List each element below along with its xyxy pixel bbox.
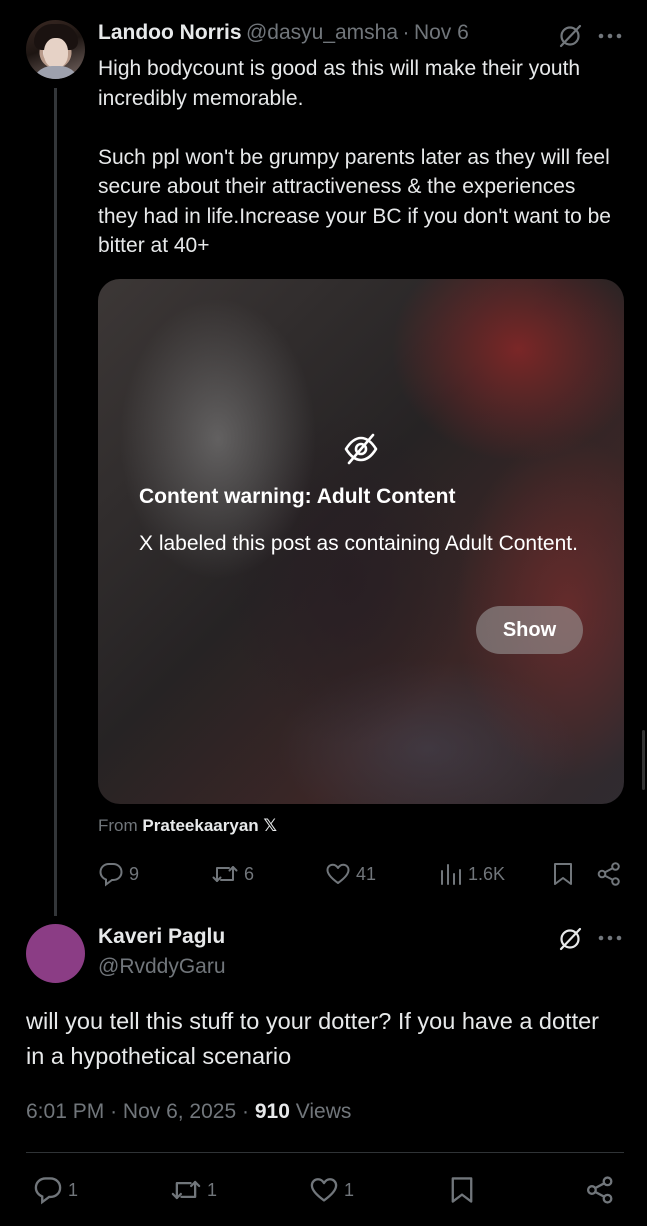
reply-action[interactable]: 9 [98, 861, 139, 887]
author-name[interactable]: Landoo Norris [98, 21, 242, 44]
views-action[interactable]: 1.6K [439, 861, 505, 887]
reply-icon [33, 1175, 63, 1205]
heart-icon [309, 1175, 339, 1205]
from-name[interactable]: Prateekaaryan [142, 816, 258, 835]
avatar[interactable] [26, 20, 85, 79]
reply-count: 9 [129, 863, 140, 884]
reply-action[interactable]: 1 [33, 1175, 78, 1205]
grok-icon[interactable] [557, 926, 583, 952]
like-action[interactable]: 1 [309, 1175, 354, 1205]
media-content-warning[interactable]: Content warning: Adult Content X labeled… [98, 279, 624, 804]
analytics-icon [439, 861, 463, 887]
tweet-paragraph: Such ppl won't be grumpy parents later a… [98, 145, 611, 258]
more-options-icon[interactable] [598, 32, 622, 40]
more-options-icon[interactable] [598, 934, 622, 942]
header-separator: · [402, 21, 410, 44]
repost-icon [170, 1175, 202, 1205]
tweet-text: High bodycount is good as this will make… [98, 54, 618, 261]
views-count: 910 [254, 1100, 290, 1123]
tweet-paragraph: High bodycount is good as this will make… [98, 57, 581, 110]
divider [26, 1152, 624, 1153]
like-count: 1 [344, 1179, 355, 1200]
views-label: Views [295, 1100, 352, 1123]
post-time[interactable]: 6:01 PM [26, 1100, 104, 1123]
scrollbar[interactable] [642, 730, 645, 790]
from-prefix: From [98, 816, 138, 835]
reply-count: 1 [68, 1179, 79, 1200]
repost-action[interactable]: 1 [170, 1175, 217, 1205]
like-count: 41 [356, 863, 377, 884]
heart-icon [325, 861, 351, 887]
tweet-date[interactable]: Nov 6 [414, 21, 469, 44]
content-warning-body: X labeled this post as containing Adult … [139, 532, 578, 555]
post-date[interactable]: Nov 6, 2025 [123, 1100, 236, 1123]
repost-action[interactable]: 6 [211, 861, 254, 887]
author-name[interactable]: Kaveri Paglu [98, 925, 225, 949]
post-metadata: 6:01 PM · Nov 6, 2025 · 910 Views [26, 1100, 351, 1124]
content-warning-title: Content warning: Adult Content [139, 485, 456, 508]
reply-text: will you tell this stuff to your dotter?… [26, 1008, 600, 1069]
eye-slash-icon [343, 431, 379, 467]
avatar[interactable] [26, 924, 85, 983]
meta-separator: · [242, 1100, 249, 1123]
show-button[interactable]: Show [476, 606, 583, 654]
author-handle[interactable]: @RvddyGaru [98, 955, 226, 979]
share-icon[interactable] [585, 1175, 615, 1205]
views-count: 1.6K [468, 863, 506, 884]
repost-icon [211, 861, 239, 887]
reply-icon [98, 861, 124, 887]
bookmark-icon[interactable] [448, 1175, 476, 1205]
x-logo-icon: 𝕏 [263, 816, 278, 835]
author-handle[interactable]: @dasyu_amsha [246, 21, 398, 44]
bookmark-icon[interactable] [551, 861, 575, 887]
meta-separator: · [110, 1100, 118, 1123]
repost-count: 6 [244, 863, 255, 884]
thread-line [54, 88, 57, 916]
grok-icon[interactable] [557, 23, 583, 49]
like-action[interactable]: 41 [325, 861, 376, 887]
repost-count: 1 [207, 1179, 218, 1200]
attribution: From Prateekaaryan 𝕏 [98, 816, 277, 836]
tweet-header: Landoo Norris @dasyu_amsha · Nov 6 [98, 21, 469, 45]
share-icon[interactable] [596, 861, 622, 887]
